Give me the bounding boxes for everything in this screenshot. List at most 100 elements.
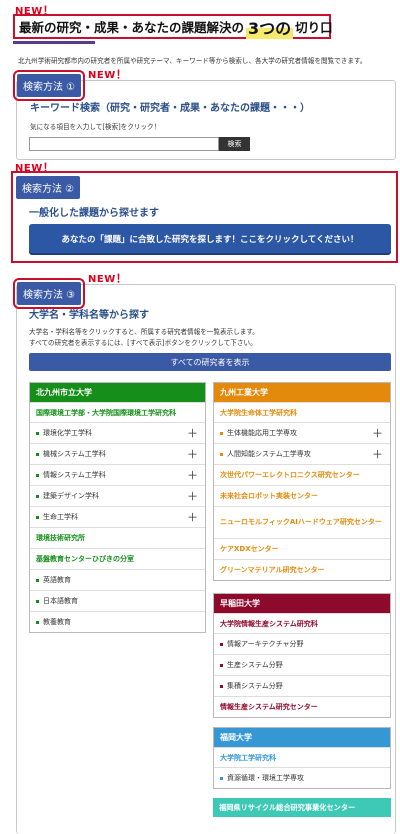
course-link[interactable]: 集積システム分野 — [214, 675, 390, 696]
expand-plus-icon[interactable]: ＋ — [187, 467, 198, 483]
find-research-by-issue-button[interactable]: あなたの「課題」に合致した研究を探します！ここをクリックしてください！ — [29, 224, 391, 253]
university-rows-kitakyushu: 国際環境工学部・大学院国際環境工学研究科 環境化学工学科＋機械システム工学科＋情報… — [30, 402, 205, 632]
department-link[interactable]: 大学院工学研究科 — [214, 747, 390, 767]
show-all-researchers-button[interactable]: すべての研究者を表示 — [29, 353, 391, 371]
bullet-icon — [36, 599, 39, 603]
university-rows-kyutech: 大学院生命体工学研究科生体機能応用工学専攻 ＋ 人間知能システム工学専攻 ＋ 次世代パワ… — [214, 402, 390, 580]
row-label: 大学院生命体工学研究科 — [220, 408, 297, 417]
course-link[interactable]: 人間知能システム工学専攻 ＋ — [214, 443, 390, 464]
bullet-icon — [220, 776, 223, 780]
issue-search-heading: 一般化した課題から探せます — [29, 208, 159, 219]
row-label: 未来社会ロボット実装センター — [220, 492, 318, 500]
row-label: 次世代パワーエレクトロニクス研究センター — [220, 471, 360, 479]
course-link[interactable]: 教養教育 — [30, 611, 205, 632]
expand-plus-icon[interactable]: ＋ — [187, 446, 198, 462]
course-link[interactable]: 生産システム分野 — [214, 654, 390, 675]
course-link[interactable]: 日本語教育 — [30, 590, 205, 611]
expand-plus-icon[interactable]: ＋ — [372, 446, 383, 462]
row-label: 環境化学工学科 — [43, 429, 92, 437]
row-label: 基盤教育センターひびきの分室 — [36, 555, 134, 563]
department-link[interactable]: 国際環境工学部・大学院国際環境工学研究科 — [30, 402, 205, 422]
expand-plus-icon[interactable]: ＋ — [187, 509, 198, 525]
row-label: 情報アーキテクチャ分野 — [227, 640, 304, 648]
bullet-icon — [220, 684, 223, 688]
university-card-kitakyushu: 北九州市立大学 国際環境工学部・大学院国際環境工学研究科 環境化学工学科＋機械シス… — [29, 382, 206, 633]
expand-plus-icon[interactable]: ＋ — [372, 425, 383, 441]
search-button[interactable]: 検索 — [219, 137, 250, 151]
row-label: 教養教育 — [43, 618, 71, 626]
course-link[interactable]: 英語教育 — [30, 569, 205, 590]
university-search-heading: 大学名・学科名等から探す — [29, 310, 149, 321]
bullet-icon — [220, 452, 223, 456]
university-header-kyutech[interactable]: 九州工業大学 — [214, 383, 390, 402]
row-label: 英語教育 — [43, 576, 71, 584]
row-label: 国際環境工学部・大学院国際環境工学研究科 — [36, 408, 176, 417]
department-link[interactable]: グリーンマテリアル研究センター — [214, 559, 390, 580]
row-label: 資源循環・環境工学専攻 — [227, 774, 304, 782]
department-link[interactable]: 大学院情報生産システム研究科 — [214, 613, 390, 633]
row-label: 集積システム分野 — [227, 682, 283, 690]
university-search-desc-1: 大学名・学科名等をクリックすると、所属する研究者情報を一覧表示します。 — [29, 328, 259, 336]
row-label: 人間知能システム工学専攻 — [227, 450, 311, 458]
intro-text: 北九州学術研究都市内の研究者を所属や研究テーマ、キーワード等から検索し、各大学の… — [18, 57, 367, 65]
department-link[interactable]: 環境技術研究所 — [30, 527, 205, 548]
bullet-icon — [36, 452, 39, 456]
university-header-kitakyushu[interactable]: 北九州市立大学 — [30, 383, 205, 402]
course-link[interactable]: 情報アーキテクチャ分野 — [214, 633, 390, 654]
bullet-icon — [36, 515, 39, 519]
university-card-kyutech: 九州工業大学 大学院生命体工学研究科 生体機能応用工学専攻＋人間知能システム工学専… — [213, 382, 391, 581]
row-label: 環境技術研究所 — [36, 534, 85, 542]
row-label: 生体機能応用工学専攻 — [227, 429, 297, 437]
university-card-recycle: 福岡県リサイクル総合研究事業化センター — [213, 798, 391, 817]
department-link[interactable]: 大学院生命体工学研究科 — [214, 402, 390, 422]
course-link[interactable]: 機械システム工学科 ＋ — [30, 443, 205, 464]
expand-plus-icon[interactable]: ＋ — [187, 425, 198, 441]
row-label: 機械システム工学科 — [43, 450, 106, 458]
university-header-waseda[interactable]: 早稲田大学 — [214, 594, 390, 613]
bullet-icon — [36, 494, 39, 498]
university-search-desc-2: すべての研究者を表示するには、[すべて表示]ボタンをクリックして下さい。 — [29, 339, 257, 347]
department-link[interactable]: ケアXDXセンター — [214, 538, 390, 559]
method3-tag: 検索方法 ③ — [12, 278, 86, 309]
row-label: 大学院工学研究科 — [220, 753, 276, 762]
bullet-icon — [220, 642, 223, 646]
row-label: グリーンマテリアル研究センター — [220, 566, 325, 574]
method1-tag: 検索方法 ① — [12, 70, 86, 101]
bullet-icon — [220, 431, 223, 435]
row-label: 情報生産システム研究センター — [220, 703, 318, 711]
row-label: 生命工学科 — [43, 513, 78, 521]
course-link[interactable]: 情報システム工学科 ＋ — [30, 464, 205, 485]
row-label: 生産システム分野 — [227, 661, 283, 669]
title-underline — [13, 41, 95, 44]
bullet-icon — [36, 431, 39, 435]
university-card-waseda: 早稲田大学 大学院情報生産システム研究科情報アーキテクチャ分野 生産システム分野集… — [213, 593, 391, 718]
page-title: 最新の研究・成果・あなたの課題解決の 3つの 切り口 — [13, 14, 333, 39]
department-link[interactable]: 基盤教育センターひびきの分室 — [30, 548, 205, 569]
row-label: 日本語教育 — [43, 597, 78, 605]
department-link[interactable]: 未来社会ロボット実装センター — [214, 485, 390, 506]
keyword-search-instruction: 気になる項目を入力して[検索]をクリック！ — [30, 123, 161, 131]
university-rows-waseda: 大学院情報生産システム研究科情報アーキテクチャ分野 生産システム分野 集積システム分… — [214, 613, 390, 717]
bullet-icon — [36, 473, 39, 477]
keyword-search-input[interactable] — [29, 137, 219, 151]
course-link[interactable]: 建築デザイン学科 ＋ — [30, 485, 205, 506]
department-link[interactable]: 情報生産システム研究センター — [214, 696, 390, 717]
course-link[interactable]: 資源循環・環境工学専攻 — [214, 767, 390, 788]
course-link[interactable]: 生命工学科 ＋ — [30, 506, 205, 527]
department-link[interactable]: 次世代パワーエレクトロニクス研究センター — [214, 464, 390, 485]
row-label: ニューロモルフィックAIハードウェア研究センター — [220, 517, 382, 526]
university-header-fukuoka[interactable]: 福岡大学 — [214, 728, 390, 747]
bullet-icon — [36, 620, 39, 624]
course-link[interactable]: 環境化学工学科 ＋ — [30, 422, 205, 443]
expand-plus-icon[interactable]: ＋ — [187, 488, 198, 504]
recycle-center-header[interactable]: 福岡県リサイクル総合研究事業化センター — [213, 798, 391, 817]
course-link[interactable]: 生体機能応用工学専攻 ＋ — [214, 422, 390, 443]
university-rows-fukuoka: 大学院工学研究科資源循環・環境工学専攻 — [214, 747, 390, 788]
row-label: 大学院情報生産システム研究科 — [220, 619, 318, 628]
bullet-icon — [220, 663, 223, 667]
row-label: 建築デザイン学科 — [43, 492, 99, 500]
row-label: ケアXDXセンター — [220, 545, 279, 553]
department-link[interactable]: ニューロモルフィックAIハードウェア研究センター — [214, 506, 390, 538]
keyword-search-heading: キーワード検索（研究・研究者・成果・あなたの課題・・・） — [30, 103, 310, 114]
university-card-fukuoka: 福岡大学 大学院工学研究科資源循環・環境工学専攻 — [213, 727, 391, 789]
